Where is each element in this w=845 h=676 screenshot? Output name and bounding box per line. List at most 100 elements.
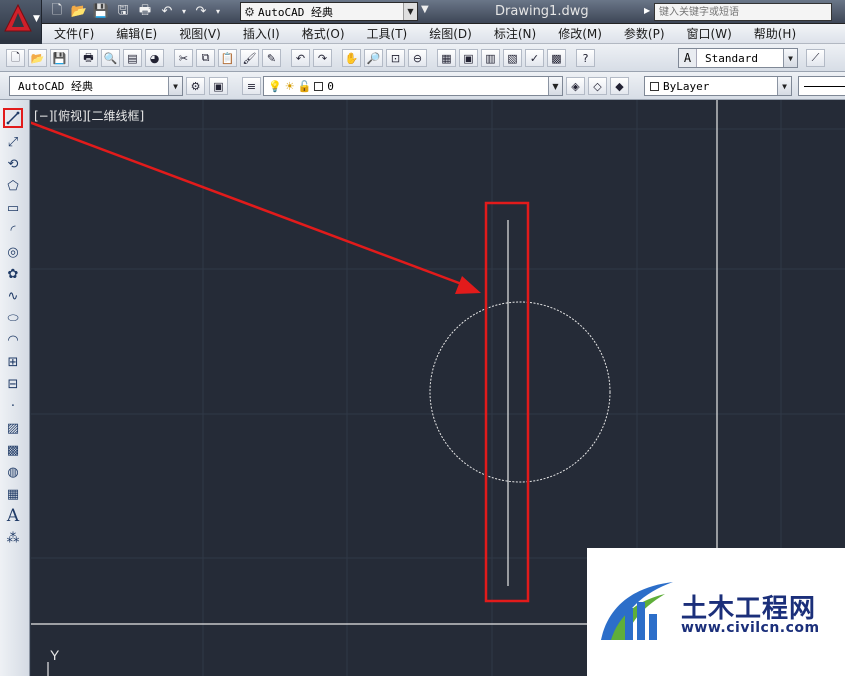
search-input[interactable] <box>654 3 832 21</box>
chevron-down-icon[interactable]: ▾ <box>180 3 188 20</box>
layer-previous-icon[interactable]: ◇ <box>588 77 607 95</box>
menu-window[interactable]: 窗口(W) <box>687 25 732 42</box>
3d-dwf-icon[interactable]: ◕ <box>145 49 164 67</box>
menu-help[interactable]: 帮助(H) <box>754 25 796 42</box>
help-icon[interactable]: ? <box>576 49 595 67</box>
ellipse-arc-icon[interactable]: ◠ <box>3 330 23 350</box>
menu-modify[interactable]: 修改(M) <box>558 25 602 42</box>
layer-name: 0 <box>327 79 334 93</box>
layers-toolbar: AutoCAD 经典 ▼ ⚙ ▣ ≡ 💡 ☀ 🔓 0 ▼ ◈ ◇ ◆ ByLay… <box>0 72 845 100</box>
point-icon[interactable]: · <box>3 396 23 416</box>
clean-screen-icon[interactable]: ▣ <box>209 77 228 95</box>
polyline-icon[interactable]: ⟲ <box>3 154 23 174</box>
make-object-layer-current-icon[interactable]: ◈ <box>566 77 585 95</box>
color-select[interactable]: ByLayer ▼ <box>644 76 792 96</box>
hatch-icon[interactable]: ▨ <box>3 418 23 438</box>
construction-line-icon[interactable]: ⤢ <box>3 132 23 152</box>
layer-properties-icon[interactable]: ≡ <box>242 77 261 95</box>
watermark-url: www.civilcn.com <box>681 620 820 636</box>
region-icon[interactable]: ◍ <box>3 462 23 482</box>
application-menu-button[interactable]: ▼ <box>0 0 42 40</box>
menu-insert[interactable]: 插入(I) <box>243 25 280 42</box>
publish-icon[interactable]: ▤ <box>123 49 142 67</box>
new-file-icon[interactable]: 🗋 <box>6 49 25 67</box>
copy-icon[interactable]: ⧉ <box>196 49 215 67</box>
markup-icon[interactable]: ✓ <box>525 49 544 67</box>
print-icon[interactable]: 🖶 <box>79 49 98 67</box>
chevron-down-icon[interactable]: ▼ <box>777 77 791 95</box>
print-icon[interactable]: 🖶 <box>136 3 154 20</box>
chevron-down-icon[interactable]: ▾ <box>214 3 222 20</box>
rectangle-icon[interactable]: ▭ <box>3 198 23 218</box>
chevron-down-icon[interactable]: ▼ <box>168 77 182 95</box>
spline-icon[interactable]: ∿ <box>3 286 23 306</box>
ellipse-icon[interactable]: ⬭ <box>3 308 23 328</box>
menu-file[interactable]: 文件(F) <box>54 25 94 42</box>
circle-icon[interactable]: ◎ <box>3 242 23 262</box>
polygon-icon[interactable]: ⬠ <box>3 176 23 196</box>
dimension-style-icon[interactable]: ⟋ <box>806 49 825 67</box>
menu-format[interactable]: 格式(O) <box>302 25 345 42</box>
menu-view[interactable]: 视图(V) <box>179 25 221 42</box>
workspace-settings-icon[interactable]: ⚙ <box>186 77 205 95</box>
properties-icon[interactable]: ▦ <box>437 49 456 67</box>
menu-parametric[interactable]: 参数(P) <box>624 25 665 42</box>
make-block-icon[interactable]: ⊟ <box>3 374 23 394</box>
chevron-down-icon[interactable]: ▼ <box>403 3 417 20</box>
expand-search-icon[interactable]: ▶ <box>644 6 650 15</box>
chevron-down-icon[interactable]: ▼ <box>548 77 562 95</box>
watermark: 土木工程网 www.civilcn.com <box>587 548 845 676</box>
ucs-axis-y: Y <box>50 647 60 663</box>
sheet-set-icon[interactable]: ▧ <box>503 49 522 67</box>
add-selected-icon[interactable]: ⁂ <box>3 528 23 548</box>
layer-select[interactable]: 💡 ☀ 🔓 0 ▼ <box>263 76 563 96</box>
zoom-previous-icon[interactable]: ⊖ <box>408 49 427 67</box>
redo-icon[interactable]: ↷ <box>192 3 210 20</box>
zoom-window-icon[interactable]: ⊡ <box>386 49 405 67</box>
zoom-realtime-icon[interactable]: 🔎 <box>364 49 383 67</box>
viewport-controls[interactable]: [−][俯视][二维线框] <box>34 107 144 124</box>
redo-icon[interactable]: ↷ <box>313 49 332 67</box>
save-icon[interactable]: 💾 <box>50 49 69 67</box>
selected-circle[interactable] <box>429 301 611 483</box>
match-properties-icon[interactable]: 🖌 <box>240 49 259 67</box>
design-center-icon[interactable]: ▣ <box>459 49 478 67</box>
menu-tools[interactable]: 工具(T) <box>367 25 408 42</box>
linetype-select[interactable] <box>798 76 845 96</box>
chevron-down-icon: ▼ <box>33 14 40 24</box>
tool-palettes-icon[interactable]: ▥ <box>481 49 500 67</box>
workspace-select-value: AutoCAD 经典 <box>18 80 93 93</box>
workspace-switcher[interactable]: ⚙ AutoCAD 经典 ▼ <box>240 2 418 21</box>
paste-icon[interactable]: 📋 <box>218 49 237 67</box>
menu-edit[interactable]: 编辑(E) <box>116 25 157 42</box>
open-file-icon[interactable]: 📂 <box>28 49 47 67</box>
open-file-icon[interactable]: 📂 <box>70 3 88 20</box>
line-icon[interactable] <box>3 108 23 128</box>
calculator-icon[interactable]: ▩ <box>547 49 566 67</box>
workspace-select[interactable]: AutoCAD 经典 ▼ <box>9 76 183 96</box>
undo-icon[interactable]: ↶ <box>158 3 176 20</box>
undo-icon[interactable]: ↶ <box>291 49 310 67</box>
save-as-icon[interactable]: 🖫 <box>114 3 132 20</box>
menu-dimension[interactable]: 标注(N) <box>494 25 536 42</box>
customize-quick-access-icon[interactable]: ▼ <box>421 4 429 15</box>
pan-icon[interactable]: ✋ <box>342 49 361 67</box>
insert-block-icon[interactable]: ⊞ <box>3 352 23 372</box>
menu-draw[interactable]: 绘图(D) <box>429 25 472 42</box>
multiline-text-icon[interactable]: A <box>3 506 23 526</box>
table-icon[interactable]: ▦ <box>3 484 23 504</box>
print-preview-icon[interactable]: 🔍 <box>101 49 120 67</box>
menu-bar: 文件(F) 编辑(E) 视图(V) 插入(I) 格式(O) 工具(T) 绘图(D… <box>42 24 845 44</box>
text-style-select[interactable]: A Standard ▼ <box>678 48 798 68</box>
arc-icon[interactable]: ◜ <box>3 220 23 240</box>
annotation-arrow <box>31 121 468 288</box>
civilcn-logo-icon <box>601 582 673 640</box>
new-file-icon[interactable]: 🗋 <box>48 3 66 20</box>
chevron-down-icon[interactable]: ▼ <box>783 49 797 67</box>
cut-icon[interactable]: ✂ <box>174 49 193 67</box>
layer-state-icon[interactable]: ◆ <box>610 77 629 95</box>
revision-cloud-icon[interactable]: ✿ <box>3 264 23 284</box>
block-editor-icon[interactable]: ✎ <box>262 49 281 67</box>
save-icon[interactable]: 💾 <box>92 3 110 20</box>
gradient-icon[interactable]: ▩ <box>3 440 23 460</box>
